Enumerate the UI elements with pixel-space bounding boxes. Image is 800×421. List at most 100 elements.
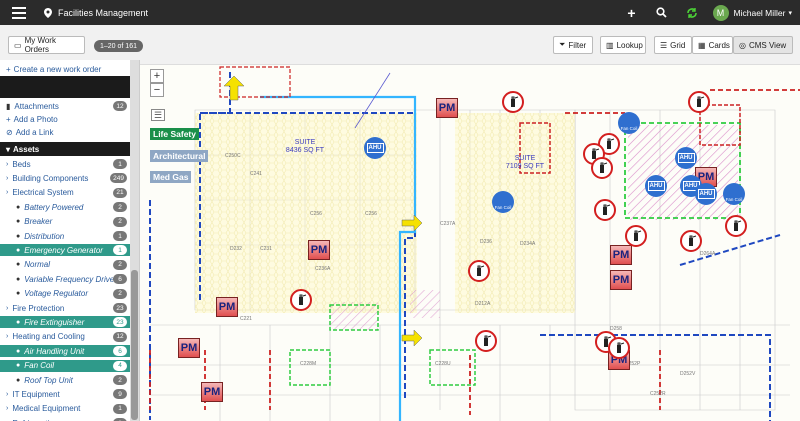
asset-item[interactable]: ● Air Handling Unit 6 bbox=[0, 345, 131, 358]
asset-item[interactable]: › Heating and Cooling 12 bbox=[0, 331, 131, 343]
asset-item[interactable]: ● Fire Extinguisher 23 bbox=[0, 316, 131, 329]
svg-text:D212A: D212A bbox=[475, 301, 491, 307]
plus-icon: + bbox=[6, 114, 11, 124]
add-link-link[interactable]: ⊘ Add a Link bbox=[0, 126, 131, 138]
asset-count: 1 bbox=[113, 159, 127, 169]
fire-extinguisher-marker[interactable] bbox=[475, 330, 497, 352]
hamburger-menu-icon[interactable] bbox=[12, 6, 26, 19]
asset-type-icon: ● bbox=[16, 376, 21, 384]
asset-count: 21 bbox=[113, 187, 127, 198]
zoom-in-button[interactable]: + bbox=[150, 69, 164, 83]
suite-label: SUITE 7109 SQ FT bbox=[505, 155, 545, 170]
asset-item[interactable]: › Building Components 249 bbox=[0, 172, 131, 184]
legend-med-gas[interactable]: Med Gas bbox=[150, 171, 192, 183]
ahu-marker[interactable]: AHU bbox=[645, 175, 667, 197]
pm-marker[interactable]: PM bbox=[201, 382, 223, 402]
asset-item[interactable]: ● Breaker 2 bbox=[0, 216, 131, 228]
filter-button[interactable]: ⏷ Filter bbox=[553, 36, 593, 54]
asset-item[interactable]: ›Refrigeration1 bbox=[0, 417, 131, 421]
asset-type-icon: ● bbox=[16, 246, 21, 254]
asset-count: 2 bbox=[113, 202, 127, 213]
attachments-row[interactable]: ▮ Attachments 12 bbox=[0, 100, 131, 112]
fire-extinguisher-marker[interactable] bbox=[688, 91, 710, 113]
cards-view-button[interactable]: ▦ Cards bbox=[692, 36, 733, 54]
fire-extinguisher-marker[interactable] bbox=[594, 199, 616, 221]
asset-item[interactable]: ● Normal 2 bbox=[0, 259, 131, 271]
asset-count: 2 bbox=[113, 375, 127, 385]
ahu-marker[interactable]: AHU bbox=[675, 147, 697, 169]
asset-item[interactable]: ● Distribution 1 bbox=[0, 230, 131, 242]
create-work-order-link[interactable]: + Create a new work order bbox=[0, 63, 131, 75]
asset-count: 6 bbox=[113, 346, 127, 357]
fire-extinguisher-marker[interactable] bbox=[290, 289, 312, 311]
caret-down-icon[interactable]: ▾ bbox=[788, 9, 792, 17]
refresh-icon[interactable] bbox=[681, 2, 703, 24]
asset-item[interactable]: › Electrical System 21 bbox=[0, 187, 131, 199]
fire-extinguisher-marker[interactable] bbox=[725, 215, 747, 237]
asset-type-icon: ● bbox=[16, 261, 21, 269]
asset-item[interactable]: › Medical Equipment 1 bbox=[0, 403, 131, 415]
sidebar-scrollbar[interactable] bbox=[130, 60, 139, 421]
inbox-icon: ▭ bbox=[14, 40, 22, 50]
svg-text:D252V: D252V bbox=[680, 371, 696, 377]
cms-view-button[interactable]: ◎ CMS View bbox=[733, 36, 793, 54]
legend-life-safety[interactable]: Life Safety bbox=[150, 128, 199, 140]
fan-coil-marker[interactable]: Fan Coil bbox=[723, 183, 745, 205]
add-icon[interactable]: + bbox=[621, 2, 643, 24]
fire-extinguisher-marker[interactable] bbox=[468, 260, 490, 282]
asset-item[interactable]: ● Roof Top Unit 2 bbox=[0, 374, 131, 386]
layers-menu-icon[interactable]: ☰ bbox=[151, 109, 165, 121]
floor-plan-map[interactable]: C250C C241 C256 C256 D232 C231 C236A D236 D234… bbox=[140, 65, 800, 421]
fire-extinguisher-marker[interactable] bbox=[591, 157, 613, 179]
user-name[interactable]: Michael Miller bbox=[734, 8, 786, 18]
svg-text:C228M: C228M bbox=[300, 361, 316, 367]
pm-marker[interactable]: PM bbox=[436, 98, 458, 118]
fire-extinguisher-marker[interactable] bbox=[502, 91, 524, 113]
lookup-button[interactable]: ▥ Lookup bbox=[600, 36, 646, 54]
asset-count: 1 bbox=[113, 403, 127, 414]
pm-marker[interactable]: PM bbox=[216, 297, 238, 317]
fan-coil-marker[interactable]: Fan Coil bbox=[618, 112, 640, 134]
filter-icon: ⏷ bbox=[559, 40, 566, 49]
asset-item[interactable]: ● Emergency Generator 1 bbox=[0, 244, 131, 257]
svg-text:C237A: C237A bbox=[440, 221, 456, 227]
fan-coil-marker[interactable]: Fan Coil bbox=[492, 191, 514, 213]
asset-item[interactable]: ● Variable Frequency Drive 6 bbox=[0, 273, 131, 285]
chevron-right-icon: › bbox=[6, 189, 9, 197]
pm-marker[interactable]: PM bbox=[610, 245, 632, 265]
asset-count: 6 bbox=[113, 274, 127, 285]
file-icon: ▮ bbox=[6, 101, 11, 111]
fire-extinguisher-marker[interactable] bbox=[680, 230, 702, 252]
toolbar: ▭ My Work Orders 1–20 of 161 ⏷ Filter ▥ Loo… bbox=[0, 25, 800, 65]
attachments-count: 12 bbox=[113, 101, 127, 111]
asset-item[interactable]: › Beds 1 bbox=[0, 158, 131, 170]
scrollbar-thumb[interactable] bbox=[131, 270, 138, 420]
fire-extinguisher-marker[interactable] bbox=[608, 337, 630, 359]
search-icon[interactable] bbox=[651, 2, 673, 24]
zoom-out-button[interactable]: − bbox=[150, 83, 164, 97]
asset-item[interactable]: ● Fan Coil 4 bbox=[0, 359, 131, 372]
fire-extinguisher-marker[interactable] bbox=[625, 225, 647, 247]
assets-header[interactable]: ▾ Assets bbox=[0, 142, 131, 156]
asset-item[interactable]: ● Battery Powered 2 bbox=[0, 201, 131, 213]
svg-text:C250C: C250C bbox=[225, 153, 241, 159]
plus-icon: + bbox=[6, 64, 11, 74]
avatar[interactable]: M bbox=[712, 4, 729, 21]
ahu-marker[interactable]: AHU bbox=[364, 137, 386, 159]
asset-item[interactable]: › Fire Protection 23 bbox=[0, 302, 131, 314]
asset-type-icon: ● bbox=[16, 218, 21, 226]
svg-text:C256: C256 bbox=[310, 211, 322, 217]
suite-label: SUITE 8436 SQ FT bbox=[285, 139, 325, 154]
asset-count: 2 bbox=[113, 259, 127, 270]
my-work-orders-button[interactable]: ▭ My Work Orders bbox=[8, 36, 85, 54]
grid-view-button[interactable]: ☰ Grid bbox=[654, 36, 692, 54]
pm-marker[interactable]: PM bbox=[308, 240, 330, 260]
ahu-marker[interactable]: AHU bbox=[695, 183, 717, 205]
pm-marker[interactable]: PM bbox=[610, 270, 632, 290]
add-photo-link[interactable]: + Add a Photo bbox=[0, 113, 131, 125]
legend-architectural[interactable]: Architectural bbox=[150, 150, 209, 162]
asset-item[interactable]: ● Voltage Regulator 2 bbox=[0, 288, 131, 300]
pm-marker[interactable]: PM bbox=[178, 338, 200, 358]
app-title[interactable]: Facilities Management bbox=[58, 8, 148, 18]
asset-item[interactable]: › IT Equipment 9 bbox=[0, 388, 131, 400]
